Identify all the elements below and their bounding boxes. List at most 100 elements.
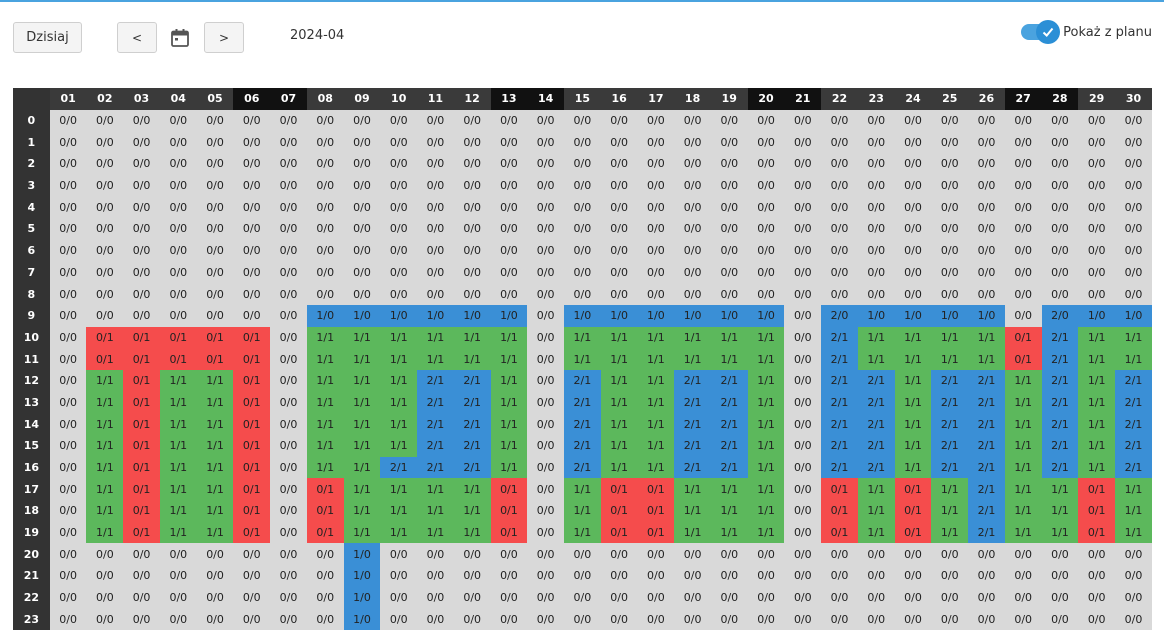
grid-cell[interactable]: 0/0 [1041, 196, 1079, 219]
grid-cell[interactable]: 2/1 [857, 413, 895, 435]
grid-cell[interactable]: 1/1 [1078, 348, 1116, 370]
grid-cell[interactable]: 0/0 [710, 218, 748, 240]
grid-cell[interactable]: 0/1 [233, 326, 271, 349]
grid-cell[interactable]: 1/1 [931, 521, 969, 544]
grid-cell[interactable]: 2/1 [821, 326, 858, 349]
grid-cell[interactable]: 0/0 [233, 153, 271, 175]
grid-cell[interactable]: 0/0 [968, 153, 1005, 175]
grid-cell[interactable]: 0/0 [343, 261, 381, 284]
grid-cell[interactable]: 0/0 [380, 153, 418, 175]
grid-cell[interactable]: 0/0 [196, 174, 234, 197]
grid-cell[interactable]: 0/0 [380, 608, 418, 631]
grid-cell[interactable]: 1/1 [968, 326, 1005, 349]
grid-cell[interactable]: 1/1 [86, 435, 124, 457]
grid-cell[interactable]: 0/0 [857, 608, 895, 631]
grid-cell[interactable]: 0/0 [49, 435, 87, 457]
grid-cell[interactable]: 0/0 [196, 304, 234, 327]
grid-cell[interactable]: 0/0 [674, 174, 711, 197]
grid-cell[interactable]: 1/1 [1004, 369, 1042, 392]
grid-cell[interactable]: 0/1 [233, 435, 271, 457]
grid-cell[interactable]: 0/1 [159, 348, 197, 370]
grid-cell[interactable]: 1/1 [637, 456, 675, 479]
grid-cell[interactable]: 1/0 [747, 304, 785, 327]
grid-cell[interactable]: 0/0 [49, 153, 87, 175]
grid-cell[interactable]: 0/0 [931, 586, 969, 609]
grid-cell[interactable]: 1/0 [380, 304, 418, 327]
grid-cell[interactable]: 0/0 [159, 565, 197, 587]
grid-cell[interactable]: 0/0 [343, 196, 381, 219]
grid-cell[interactable]: 0/0 [86, 131, 124, 154]
grid-cell[interactable]: 0/0 [233, 261, 271, 284]
grid-cell[interactable]: 0/0 [270, 131, 307, 154]
grid-cell[interactable]: 0/1 [894, 478, 932, 501]
grid-cell[interactable]: 0/0 [490, 608, 528, 631]
grid-cell[interactable]: 0/0 [784, 304, 822, 327]
grid-cell[interactable]: 0/0 [527, 478, 565, 501]
grid-cell[interactable]: 1/1 [490, 391, 528, 414]
grid-cell[interactable]: 0/0 [453, 261, 491, 284]
grid-cell[interactable]: 0/1 [123, 326, 160, 349]
grid-cell[interactable]: 0/0 [894, 565, 932, 587]
grid-cell[interactable]: 0/0 [784, 543, 822, 566]
grid-cell[interactable]: 0/0 [159, 586, 197, 609]
grid-cell[interactable]: 0/0 [233, 283, 271, 305]
grid-cell[interactable]: 0/0 [747, 608, 785, 631]
grid-cell[interactable]: 1/1 [417, 348, 454, 370]
grid-cell[interactable]: 0/0 [1078, 239, 1116, 262]
grid-cell[interactable]: 0/0 [490, 174, 528, 197]
grid-cell[interactable]: 0/0 [1115, 565, 1152, 587]
grid-cell[interactable]: 0/0 [417, 261, 454, 284]
grid-cell[interactable]: 1/1 [600, 326, 638, 349]
grid-cell[interactable]: 0/0 [270, 543, 307, 566]
grid-cell[interactable]: 0/0 [233, 543, 271, 566]
grid-cell[interactable]: 0/0 [637, 283, 675, 305]
grid-cell[interactable]: 0/0 [674, 239, 711, 262]
grid-cell[interactable]: 0/0 [600, 261, 638, 284]
grid-cell[interactable]: 0/0 [159, 608, 197, 631]
grid-cell[interactable]: 0/0 [857, 543, 895, 566]
grid-cell[interactable]: 0/0 [306, 608, 344, 631]
grid-cell[interactable]: 0/0 [1004, 218, 1042, 240]
grid-cell[interactable]: 0/0 [380, 261, 418, 284]
grid-cell[interactable]: 0/0 [747, 109, 785, 132]
grid-cell[interactable]: 0/0 [233, 196, 271, 219]
grid-cell[interactable]: 1/1 [894, 326, 932, 349]
grid-cell[interactable]: 0/0 [784, 478, 822, 501]
grid-cell[interactable]: 0/0 [1041, 283, 1079, 305]
grid-cell[interactable]: 1/1 [894, 391, 932, 414]
grid-cell[interactable]: 1/1 [380, 326, 418, 349]
grid-cell[interactable]: 1/1 [380, 348, 418, 370]
grid-cell[interactable]: 2/1 [710, 456, 748, 479]
grid-cell[interactable]: 0/0 [380, 283, 418, 305]
grid-cell[interactable]: 2/1 [380, 456, 418, 479]
grid-cell[interactable]: 0/0 [86, 196, 124, 219]
grid-cell[interactable]: 1/1 [380, 369, 418, 392]
grid-cell[interactable]: 0/0 [123, 239, 160, 262]
grid-cell[interactable]: 0/0 [196, 239, 234, 262]
grid-cell[interactable]: 1/0 [931, 304, 969, 327]
grid-cell[interactable]: 0/0 [931, 109, 969, 132]
grid-cell[interactable]: 0/0 [527, 131, 565, 154]
grid-cell[interactable]: 1/0 [343, 608, 381, 631]
grid-cell[interactable]: 0/0 [600, 239, 638, 262]
grid-cell[interactable]: 1/1 [453, 478, 491, 501]
grid-cell[interactable]: 2/1 [821, 435, 858, 457]
grid-cell[interactable]: 1/1 [86, 500, 124, 522]
grid-cell[interactable]: 1/0 [600, 304, 638, 327]
grid-cell[interactable]: 0/0 [747, 196, 785, 219]
grid-cell[interactable]: 0/0 [1078, 196, 1116, 219]
grid-cell[interactable]: 0/0 [600, 109, 638, 132]
grid-cell[interactable]: 2/1 [821, 348, 858, 370]
grid-cell[interactable]: 1/1 [894, 413, 932, 435]
grid-cell[interactable]: 1/1 [1004, 500, 1042, 522]
grid-cell[interactable]: 0/0 [1078, 565, 1116, 587]
grid-cell[interactable]: 2/1 [453, 369, 491, 392]
grid-cell[interactable]: 0/0 [674, 565, 711, 587]
grid-cell[interactable]: 1/1 [894, 369, 932, 392]
grid-cell[interactable]: 0/0 [784, 218, 822, 240]
grid-cell[interactable]: 1/1 [1004, 413, 1042, 435]
grid-cell[interactable]: 0/0 [123, 174, 160, 197]
grid-cell[interactable]: 0/0 [49, 348, 87, 370]
grid-cell[interactable]: 2/1 [710, 369, 748, 392]
grid-cell[interactable]: 0/0 [710, 543, 748, 566]
